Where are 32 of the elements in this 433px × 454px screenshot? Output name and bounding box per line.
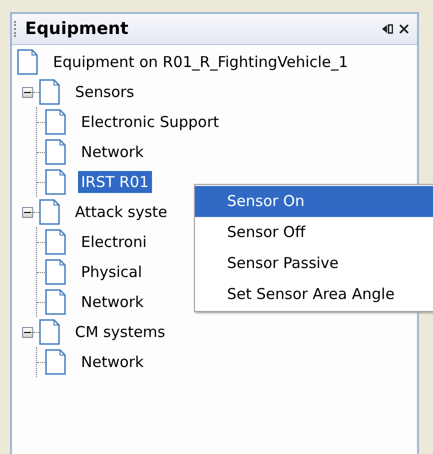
document-icon (45, 109, 66, 135)
tree-item[interactable]: Electroni (78, 231, 150, 253)
menu-item[interactable]: Sensor On (195, 186, 433, 217)
document-icon (45, 259, 66, 285)
document-icon (39, 79, 60, 105)
collapse-icon[interactable] (22, 326, 33, 338)
tree-item[interactable]: Attack syste (72, 201, 170, 223)
document-icon (45, 139, 66, 165)
menu-item[interactable]: Set Sensor Area Angle (195, 279, 433, 310)
close-icon[interactable] (399, 24, 409, 34)
menu-item[interactable]: Sensor Passive (195, 248, 433, 279)
tree-item[interactable]: Physical (78, 261, 146, 283)
panel-title: Equipment (25, 19, 130, 39)
tree-item[interactable]: Network (78, 351, 147, 373)
tree-item[interactable]: CM systems (72, 321, 168, 343)
menu-item[interactable]: Sensor Off (195, 217, 433, 248)
tree-item[interactable]: Sensors (72, 81, 138, 103)
tree-item[interactable]: Electronic Support (78, 111, 222, 133)
tree-item[interactable]: Network (78, 141, 147, 163)
document-icon (45, 289, 66, 315)
tree-item[interactable]: Equipment on R01_R_FightingVehicle_1 (50, 51, 352, 73)
document-icon (45, 349, 66, 375)
document-icon (39, 319, 60, 345)
document-icon (45, 229, 66, 255)
document-icon (45, 169, 66, 195)
pin-icon[interactable] (382, 24, 393, 34)
tree-item[interactable]: IRST R01 (78, 171, 152, 193)
collapse-icon[interactable] (22, 206, 33, 218)
tree-item[interactable]: Network (78, 291, 147, 313)
collapse-icon[interactable] (22, 86, 33, 98)
document-icon (39, 199, 60, 225)
document-icon (17, 49, 38, 75)
